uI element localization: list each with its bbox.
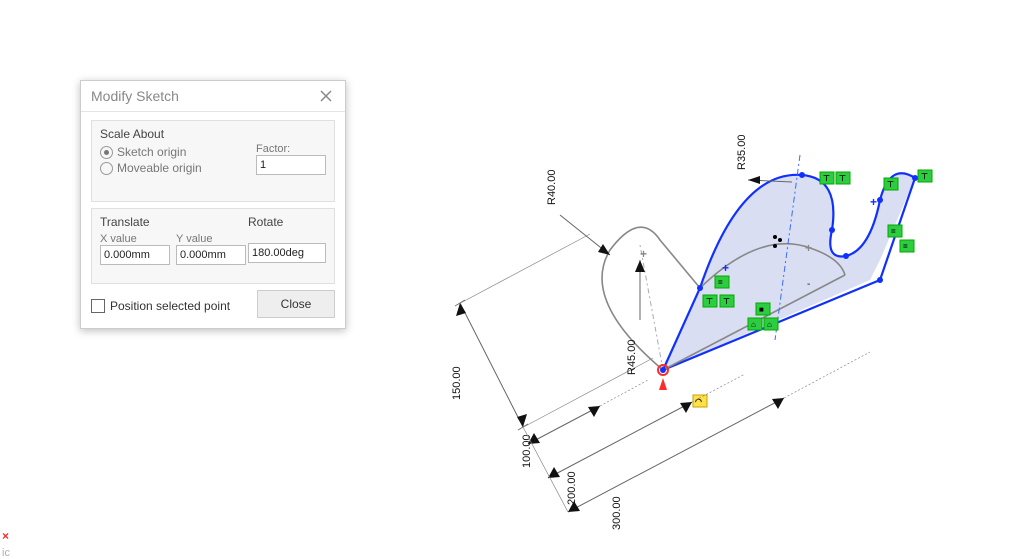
svg-text:R45.00: R45.00	[626, 340, 638, 375]
arc-center-icon: +	[805, 241, 812, 255]
point	[778, 238, 782, 242]
factor-label: Factor:	[256, 143, 326, 155]
vertex[interactable]	[829, 227, 835, 233]
dim-100[interactable]: 100.00	[521, 380, 648, 468]
dash-mark: -	[807, 279, 810, 290]
constraint-badge[interactable]: ⊤	[918, 170, 932, 182]
constraint-badge[interactable]: ⊤	[820, 172, 834, 184]
close-icon[interactable]	[317, 87, 335, 105]
radio-icon	[100, 162, 113, 175]
arc-center-icon: +	[640, 247, 647, 261]
constraint-badge[interactable]: ■	[756, 303, 770, 315]
dim-200[interactable]: 200.00	[548, 374, 745, 505]
dialog-titlebar[interactable]: Modify Sketch	[81, 81, 345, 112]
point	[773, 235, 777, 239]
vertex[interactable]	[877, 277, 883, 283]
radio-icon	[100, 146, 113, 159]
svg-text:⌂: ⌂	[751, 320, 756, 329]
factor-input[interactable]	[256, 155, 326, 175]
constraint-badge[interactable]: =	[715, 276, 729, 288]
warning-glyph: ◠	[695, 397, 702, 406]
position-selected-point-check[interactable]: Position selected point	[91, 299, 230, 313]
modify-sketch-dialog[interactable]: Modify Sketch Scale About Sketch origin …	[80, 80, 346, 329]
arc-center-icon: +	[722, 261, 729, 275]
scale-about-label: Scale About	[100, 127, 326, 141]
dim-150[interactable]: 150.00	[451, 234, 653, 430]
vertex[interactable]	[843, 253, 849, 259]
dim-300[interactable]: 300.00	[568, 352, 870, 530]
constraint-badge[interactable]: ⊤	[720, 295, 734, 307]
x-value-input[interactable]	[100, 245, 170, 265]
dialog-title: Modify Sketch	[91, 88, 179, 104]
arc-center-icon: +	[870, 195, 877, 209]
close-button[interactable]: Close	[257, 290, 335, 318]
constraint-badge[interactable]: ⊤	[836, 172, 850, 184]
dim-r40[interactable]: R40.00	[546, 170, 610, 255]
svg-text:150.00: 150.00	[451, 366, 463, 400]
y-label: Y value	[176, 233, 246, 245]
svg-text:⊤: ⊤	[921, 172, 928, 181]
vertex[interactable]	[660, 367, 666, 373]
svg-text:⊤: ⊤	[723, 297, 730, 306]
checkbox-label: Position selected point	[110, 299, 230, 313]
corner-text: ic	[2, 547, 10, 559]
constraint-badge[interactable]: =	[900, 240, 914, 252]
svg-text:=: =	[718, 278, 723, 287]
scale-about-group: Scale About Sketch origin Moveable origi…	[91, 120, 335, 202]
vertex[interactable]	[697, 285, 703, 291]
svg-text:■: ■	[759, 305, 764, 314]
rotate-label: Rotate	[248, 215, 326, 229]
constraint-badge[interactable]: ⌂	[764, 318, 778, 330]
dim-r45[interactable]: R45.00	[626, 260, 645, 375]
svg-text:⊤: ⊤	[887, 180, 894, 189]
radio-label: Sketch origin	[117, 145, 186, 159]
constraint-badge[interactable]: ⊤	[884, 178, 898, 190]
translate-rotate-group: Translate X value Y value Rotate	[91, 208, 335, 284]
vertex[interactable]	[877, 197, 883, 203]
corner-caret-icon: ×	[2, 529, 9, 543]
rotate-input[interactable]	[248, 243, 326, 263]
constraint-badge[interactable]: ⊤	[703, 295, 717, 307]
constraint-badge[interactable]: =	[888, 225, 902, 237]
checkbox-icon	[91, 299, 105, 313]
close-button-label: Close	[281, 297, 312, 311]
svg-text:⊤: ⊤	[706, 297, 713, 306]
svg-text:⊤: ⊤	[823, 174, 830, 183]
constraint-badge[interactable]: ⌂	[748, 318, 762, 330]
point	[773, 244, 777, 248]
vertex[interactable]	[912, 175, 918, 181]
svg-text:200.00: 200.00	[566, 471, 578, 505]
y-value-input[interactable]	[176, 245, 246, 265]
svg-text:=: =	[891, 227, 896, 236]
svg-text:300.00: 300.00	[611, 496, 623, 530]
svg-text:R35.00: R35.00	[736, 135, 748, 170]
svg-text:R40.00: R40.00	[546, 170, 558, 205]
radio-label: Moveable origin	[117, 161, 202, 175]
x-label: X value	[100, 233, 170, 245]
svg-text:⊤: ⊤	[839, 174, 846, 183]
svg-text:100.00: 100.00	[521, 434, 533, 468]
sketch-face	[663, 173, 915, 370]
vertex[interactable]	[799, 172, 805, 178]
svg-text:⌂: ⌂	[767, 320, 772, 329]
svg-text:=: =	[903, 242, 908, 251]
